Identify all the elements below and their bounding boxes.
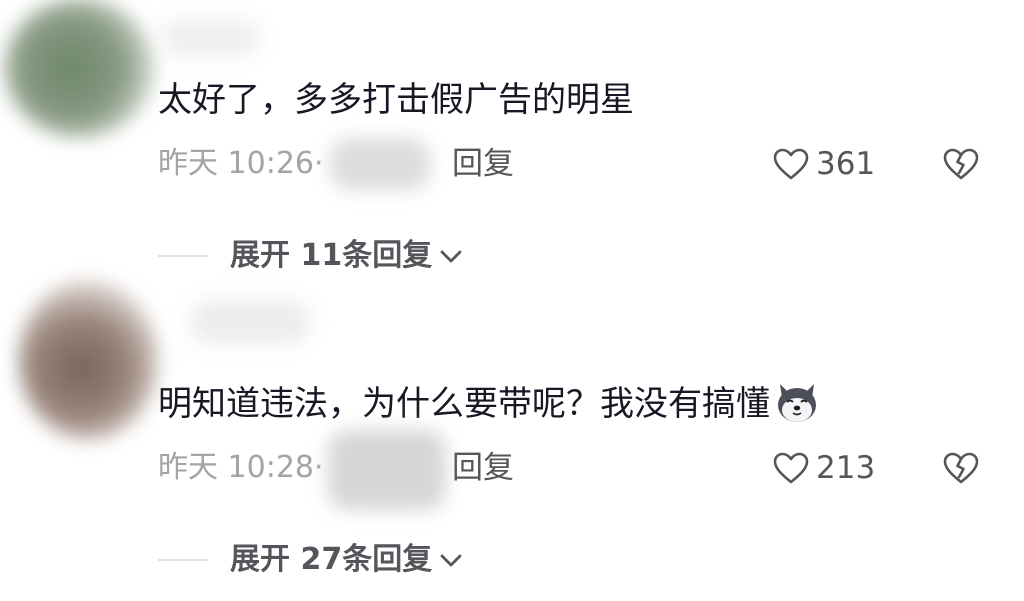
comment-timestamp: 昨天 10:26·: [158, 144, 324, 184]
expand-replies-button[interactable]: 展开 11条回复: [158, 236, 464, 276]
broken-heart-icon[interactable]: [942, 450, 980, 486]
husky-dog-emoji-icon: [778, 383, 816, 422]
avatar[interactable]: [18, 280, 158, 440]
comment-item: 太好了，多多打击假广告的明星 昨天 10:26· 回复 361 展开 11条回复: [0, 0, 1024, 300]
comment-text: 太好了，多多打击假广告的明星: [158, 80, 634, 120]
comment-timestamp: 昨天 10:28·: [158, 448, 324, 488]
reply-button[interactable]: 回复: [452, 448, 514, 488]
chevron-down-icon: [440, 554, 462, 567]
like-button[interactable]: 213: [772, 448, 875, 488]
comment-text-content: 明知道违法，为什么要带呢？我没有搞懂: [158, 384, 770, 424]
comment-text: 明知道违法，为什么要带呢？我没有搞懂: [158, 382, 820, 429]
expand-divider-line: [158, 559, 208, 561]
separator-dot: ·: [314, 450, 324, 485]
like-count: 213: [816, 450, 876, 486]
reply-button[interactable]: 回复: [452, 144, 514, 184]
ip-location-blurred: [330, 138, 430, 190]
broken-heart-icon[interactable]: [942, 146, 980, 182]
chevron-down-icon: [440, 250, 462, 263]
ip-location-blurred: [328, 430, 446, 510]
timestamp-text: 昨天 10:28: [158, 450, 314, 485]
avatar[interactable]: [4, 0, 154, 138]
timestamp-text: 昨天 10:26: [158, 146, 314, 181]
username-blurred[interactable]: [160, 20, 260, 56]
comment-item: 明知道违法，为什么要带呢？我没有搞懂 昨天 10:28· 回复 213 展开 2…: [0, 280, 1024, 601]
heart-outline-icon: [773, 452, 809, 484]
separator-dot: ·: [314, 146, 324, 181]
like-button[interactable]: 361: [772, 144, 875, 184]
like-count: 361: [816, 146, 876, 182]
heart-outline-icon: [773, 148, 809, 180]
expand-replies-button[interactable]: 展开 27条回复: [158, 540, 464, 580]
expand-replies-label: 展开 27条回复: [230, 542, 433, 577]
expand-replies-label: 展开 11条回复: [230, 238, 433, 273]
username-blurred[interactable]: [190, 300, 310, 344]
expand-divider-line: [158, 255, 208, 257]
